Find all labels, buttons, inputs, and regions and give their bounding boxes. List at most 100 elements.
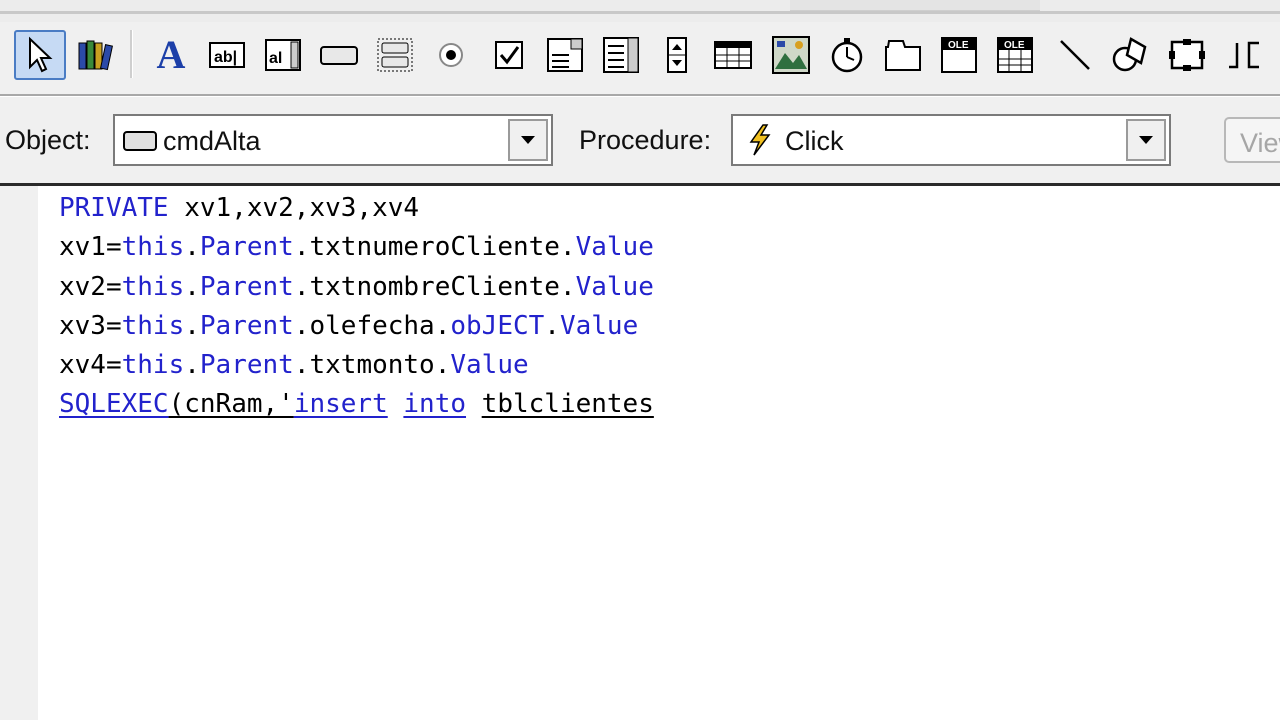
code-token: this (121, 232, 185, 263)
code-token: . (184, 271, 200, 302)
line-tool-icon (1060, 40, 1090, 70)
command-group-tool[interactable] (370, 30, 420, 80)
grid-tool-icon (714, 41, 752, 69)
image-tool-icon (772, 36, 810, 74)
class-library-icon (78, 40, 114, 71)
code-token: (cnRam,' (168, 389, 294, 420)
separator-tool-icon (1229, 41, 1259, 69)
lightning-event-icon (747, 124, 773, 161)
code-line[interactable]: xv1=this.Parent.txtnumeroCliente.Value (59, 228, 654, 267)
window-top-edge (0, 0, 1280, 22)
code-token: .olefecha. (293, 310, 451, 341)
grid-tool[interactable] (708, 30, 758, 80)
code-token: Value (450, 350, 529, 381)
ole-container-tool-icon: OLE (941, 37, 977, 73)
checkbox-tool-icon (495, 41, 523, 69)
procedure-combobox[interactable]: Click (731, 114, 1171, 166)
code-token: .txtnombreCliente. (293, 271, 576, 302)
code-token: xv2= (59, 271, 122, 302)
textbox-tool[interactable]: ab| (202, 30, 252, 80)
editor-gutter (0, 186, 38, 720)
code-token: Parent (199, 232, 294, 263)
code-token: .txtnumeroCliente. (293, 232, 576, 263)
ole-bound-tool-icon: OLE (997, 37, 1033, 73)
combobox-tool[interactable] (540, 30, 590, 80)
code-token: xv4= (59, 350, 122, 381)
chevron-down-icon (521, 136, 535, 144)
object-dropdown-button[interactable] (508, 119, 548, 161)
object-combobox[interactable]: cmdAlta (113, 114, 553, 166)
code-token: .txtmonto. (293, 350, 451, 381)
timer-tool[interactable] (822, 30, 872, 80)
top-edge-line (0, 11, 1280, 14)
spinner-tool-icon (667, 37, 687, 73)
pageframe-tool[interactable] (878, 30, 928, 80)
label-tool[interactable]: A (146, 30, 196, 80)
chevron-down-icon (1139, 136, 1153, 144)
code-token: xv1= (59, 232, 122, 263)
checkbox-tool[interactable] (484, 30, 534, 80)
code-text[interactable]: PRIVATE xv1,xv2,xv3,xv4 xv1=this.Parent.t… (59, 189, 654, 425)
image-tool[interactable] (766, 30, 816, 80)
code-token: tblclientes (481, 389, 654, 420)
separator-tool[interactable] (1218, 30, 1268, 80)
code-token: this (121, 350, 185, 381)
option-group-tool[interactable] (426, 30, 476, 80)
ole-container-tool[interactable]: OLE (934, 30, 984, 80)
command-button-tool-icon (320, 46, 358, 65)
pointer-icon (29, 36, 53, 73)
code-token: this (121, 271, 185, 302)
shape-tool-icon (1112, 37, 1147, 72)
form-controls-toolbar: A ab| al OLE OLE (0, 22, 1280, 94)
code-line[interactable]: xv4=this.Parent.txtmonto.Value (59, 346, 654, 385)
object-label: Object: (5, 125, 91, 155)
command-group-tool-icon (377, 38, 413, 72)
code-token: xv1,xv2,xv3,xv4 (168, 193, 420, 223)
code-token: Value (559, 310, 639, 341)
ole-bound-tool[interactable]: OLE (990, 30, 1040, 80)
code-token: Parent (199, 350, 294, 381)
code-line[interactable]: SQLEXEC(cnRam,'insert into tblclientes (59, 385, 654, 424)
pointer-tool[interactable] (14, 30, 66, 80)
top-edge-box (790, 0, 1040, 11)
command-button-object-icon (123, 129, 157, 158)
option-group-tool-icon (439, 43, 463, 67)
code-token: obJECT (450, 310, 545, 341)
view-button[interactable]: View (1224, 117, 1280, 163)
procedure-value: Click (785, 126, 844, 156)
code-token: . (184, 310, 200, 341)
procedure-label: Procedure: (579, 125, 712, 155)
ole-bound-text: OLE (1004, 40, 1025, 51)
timer-tool-icon (831, 38, 863, 73)
editbox-tool[interactable]: al (258, 30, 308, 80)
code-token: insert (293, 389, 388, 420)
line-tool[interactable] (1050, 30, 1100, 80)
listbox-tool[interactable] (596, 30, 646, 80)
container-tool-icon (1169, 39, 1205, 71)
class-library-tool[interactable] (70, 30, 120, 80)
code-line[interactable]: xv2=this.Parent.txtnombreCliente.Value (59, 268, 654, 307)
spinner-tool[interactable] (652, 30, 702, 80)
object-procedure-bar: Object: cmdAlta Procedure: Click View (0, 97, 1280, 183)
editbox-tool-icon: al (265, 39, 301, 71)
code-token: . (544, 310, 560, 341)
code-token: into (403, 389, 467, 420)
code-token: Value (575, 271, 654, 302)
container-tool[interactable] (1162, 30, 1212, 80)
code-token: . (184, 232, 200, 263)
code-token: SQLEXEC (59, 389, 169, 420)
label-tool-icon: A (156, 32, 186, 77)
svg-text:al: al (269, 50, 282, 67)
shape-tool[interactable] (1104, 30, 1154, 80)
procedure-dropdown-button[interactable] (1126, 119, 1166, 161)
code-line[interactable]: PRIVATE xv1,xv2,xv3,xv4 (59, 189, 654, 228)
command-button-tool[interactable] (314, 30, 364, 80)
code-token: Parent (199, 310, 294, 341)
code-line[interactable]: xv3=this.Parent.olefecha.obJECT.Value (59, 307, 654, 346)
pageframe-tool-icon (885, 40, 921, 71)
view-button-label: View (1240, 128, 1280, 158)
code-editor[interactable]: PRIVATE xv1,xv2,xv3,xv4 xv1=this.Parent.t… (0, 186, 1280, 720)
combobox-tool-icon (547, 38, 583, 72)
